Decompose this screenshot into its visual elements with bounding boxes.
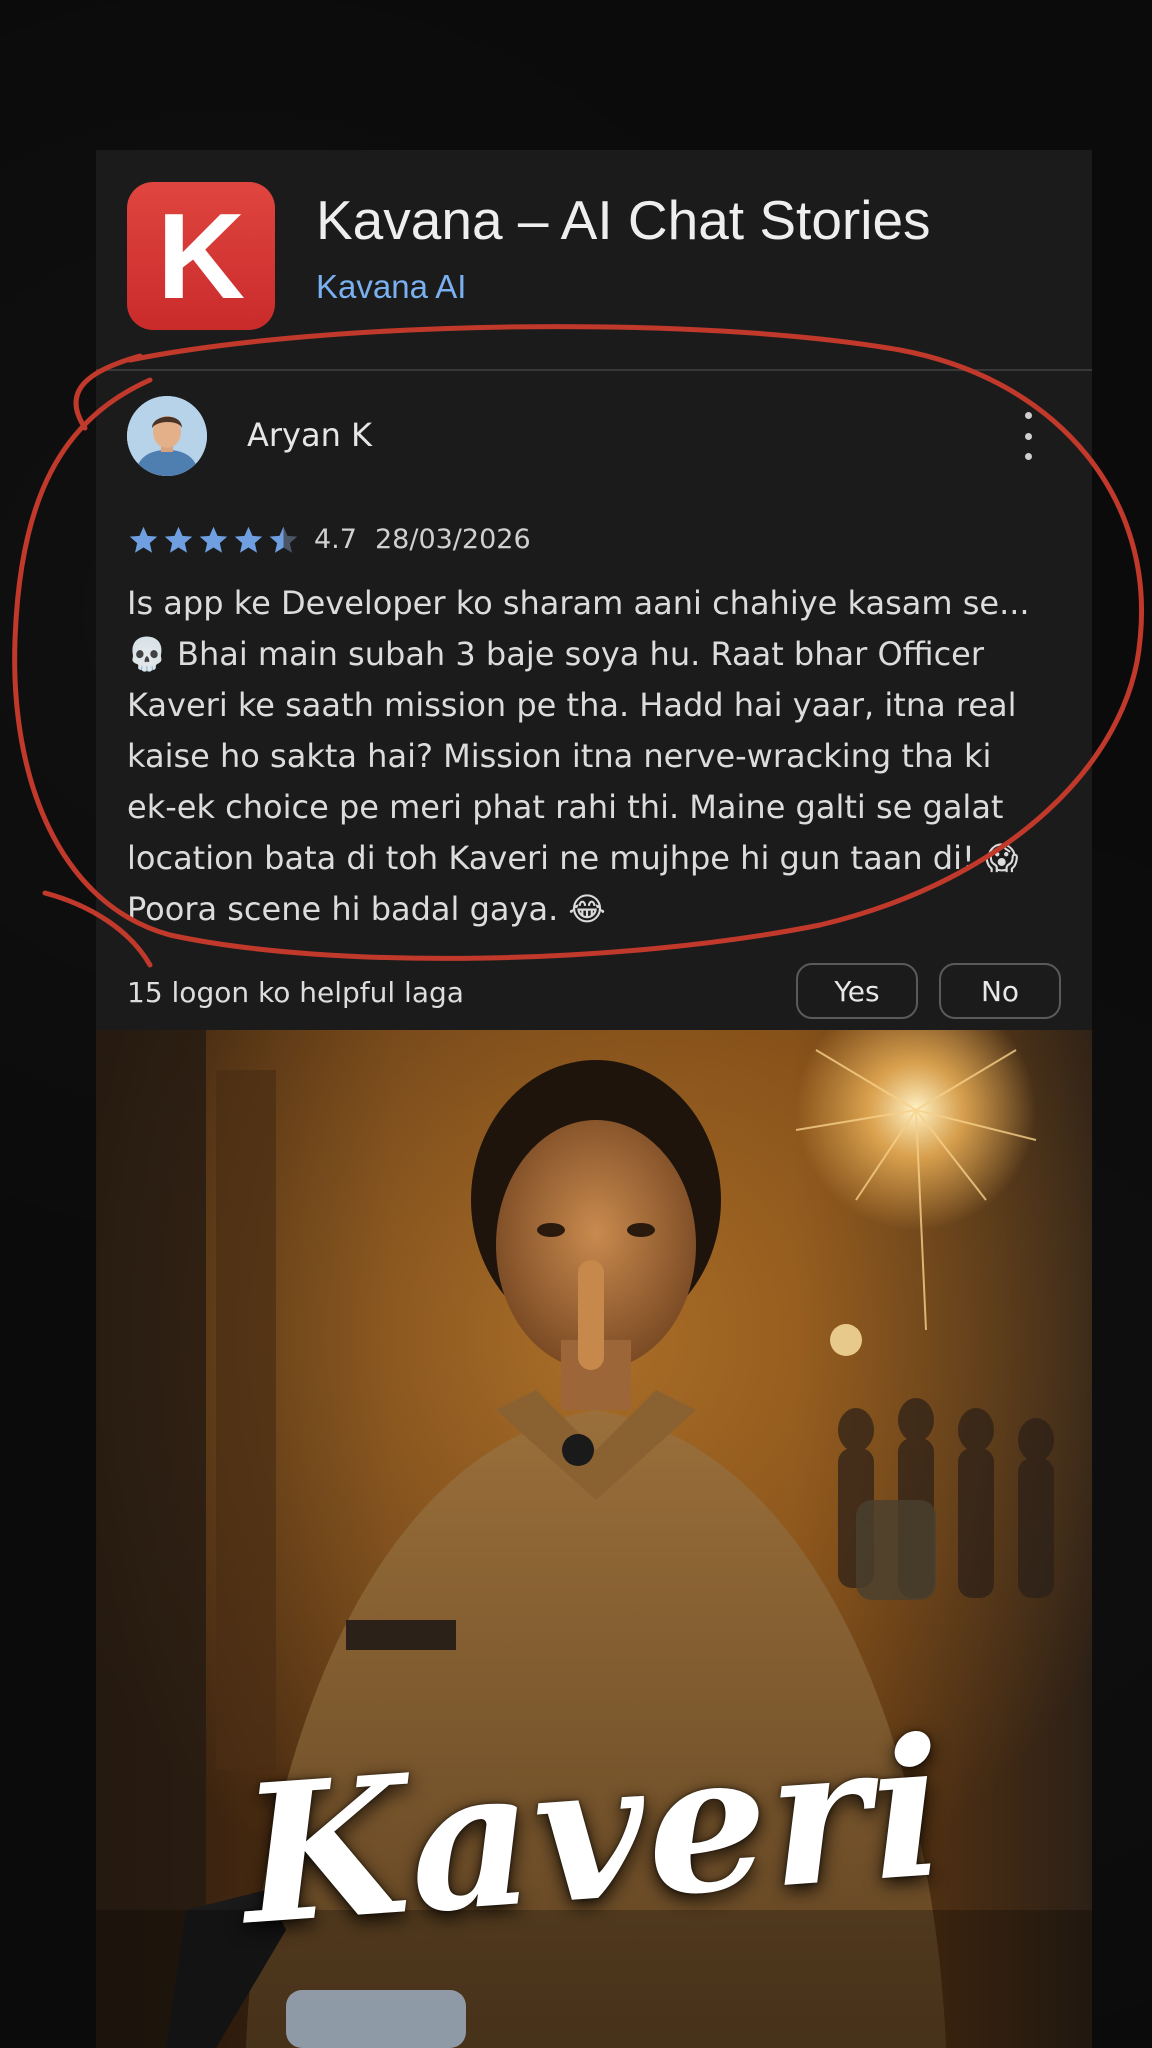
star-icon <box>164 526 193 553</box>
helpful-count: 15 logon ko helpful laga <box>127 976 464 1009</box>
review-date: 28/03/2026 <box>375 524 531 555</box>
review-line: location bata di toh Kaveri ne mujhpe hi… <box>127 839 1019 877</box>
star-icon <box>234 526 263 553</box>
divider <box>96 369 1092 371</box>
review-line: 💀 Bhai main subah 3 baje soya hu. Raat b… <box>127 635 985 673</box>
person-avatar-icon <box>127 396 207 476</box>
review-line: Poora scene hi badal gaya. 😂 <box>127 890 606 928</box>
more-vert-icon[interactable] <box>1016 412 1040 460</box>
app-icon[interactable]: K <box>127 182 275 330</box>
app-header: K Kavana – AI Chat Stories Kavana AI <box>96 150 1092 370</box>
review-card: K Kavana – AI Chat Stories Kavana AI Ary… <box>96 150 1092 1030</box>
rating-value: 4.7 <box>314 524 357 555</box>
developer-link[interactable]: Kavana AI <box>316 268 466 306</box>
reviewer-name: Aryan K <box>247 416 373 454</box>
star-icon <box>129 526 158 553</box>
star-rating <box>127 524 300 558</box>
kaveri-poster-image: Kaveri <box>96 1030 1092 2048</box>
review-line: ek-ek choice pe meri phat rahi thi. Main… <box>127 788 1004 826</box>
review-line: kaise ho sakta hai? Mission itna nerve-w… <box>127 737 992 775</box>
star-icon <box>199 526 228 553</box>
review-line: Kaveri ke saath mission pe tha. Hadd hai… <box>127 686 1017 724</box>
app-title: Kavana – AI Chat Stories <box>316 189 931 251</box>
helpful-yes-button[interactable]: Yes <box>796 963 918 1019</box>
review-text: Is app ke Developer ko sharam aani chahi… <box>127 578 1062 935</box>
app-icon-letter: K <box>156 188 246 324</box>
helpful-no-button[interactable]: No <box>939 963 1061 1019</box>
review-line: Is app ke Developer ko sharam aani chahi… <box>127 584 1030 622</box>
half-star-icon <box>269 526 298 553</box>
